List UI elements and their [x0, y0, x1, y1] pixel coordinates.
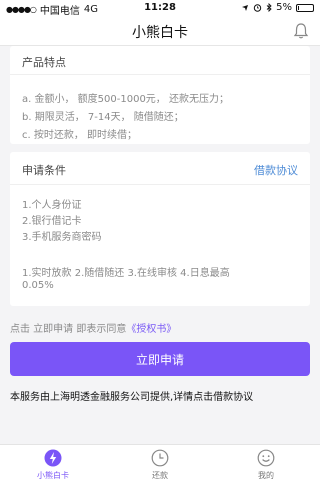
clock-icon	[151, 449, 169, 467]
requirement-item: 2.银行借记卡	[22, 216, 82, 227]
bell-icon[interactable]	[292, 22, 310, 40]
authorization-hint: 点击 立即申请 即表示同意《授权书》	[10, 320, 176, 335]
requirement-item: 3.手机服务商密码	[22, 232, 102, 243]
tab-label: 还款	[152, 471, 168, 480]
battery-icon	[296, 3, 314, 12]
nav-bar: 小熊白卡	[0, 16, 320, 46]
status-bar: ●●●●○ 中国电信 4G 11:28 5%	[0, 0, 320, 17]
conditions-title: 申请条件	[22, 164, 66, 177]
smiley-icon	[257, 449, 275, 467]
divider	[10, 184, 310, 185]
tab-repayment[interactable]: 还款	[107, 445, 213, 480]
authorization-link[interactable]: 《授权书》	[126, 324, 176, 335]
lightning-icon	[44, 449, 62, 467]
tab-label: 小熊白卡	[37, 471, 69, 480]
battery-fill	[298, 5, 299, 10]
apply-now-button[interactable]: 立即申请	[10, 342, 310, 376]
service-notice[interactable]: 本服务由上海明透金融服务公司提供,详情点击借款协议	[10, 388, 253, 403]
features-card: 产品特点 a. 金额小， 额度500-1000元， 还款无压力； b. 期限灵活…	[10, 46, 310, 144]
battery-percent: 5%	[276, 2, 292, 13]
conditions-card: 申请条件 借款协议 1.个人身份证 2.银行借记卡 3.手机服务商密码 1.实时…	[10, 152, 310, 306]
feature-line: b. 期限灵活， 7-14天， 随借随还；	[22, 112, 184, 123]
feature-line: c. 按时还款， 即时续借；	[22, 130, 138, 141]
tab-label: 我的	[258, 471, 274, 480]
loan-agreement-link[interactable]: 借款协议	[254, 162, 298, 178]
status-right: 5%	[241, 2, 314, 13]
tab-xiaoxiong-card[interactable]: 小熊白卡	[0, 445, 106, 480]
page-title: 小熊白卡	[132, 25, 188, 41]
alarm-icon	[253, 4, 262, 12]
highlights-line: 1.实时放款 2.随借随还 3.在线审核 4.日息最高	[22, 268, 230, 279]
feature-line: a. 金额小， 额度500-1000元， 还款无压力；	[22, 94, 229, 105]
bluetooth-icon	[266, 3, 272, 12]
tab-mine[interactable]: 我的	[213, 445, 319, 480]
tab-bar: 小熊白卡 还款 我的	[0, 444, 320, 480]
features-title: 产品特点	[22, 56, 66, 69]
divider	[10, 74, 310, 75]
requirement-item: 1.个人身份证	[22, 200, 82, 211]
hint-text: 点击 立即申请 即表示同意	[10, 324, 127, 335]
highlights-line: 0.05%	[22, 280, 54, 291]
location-icon	[242, 4, 249, 11]
